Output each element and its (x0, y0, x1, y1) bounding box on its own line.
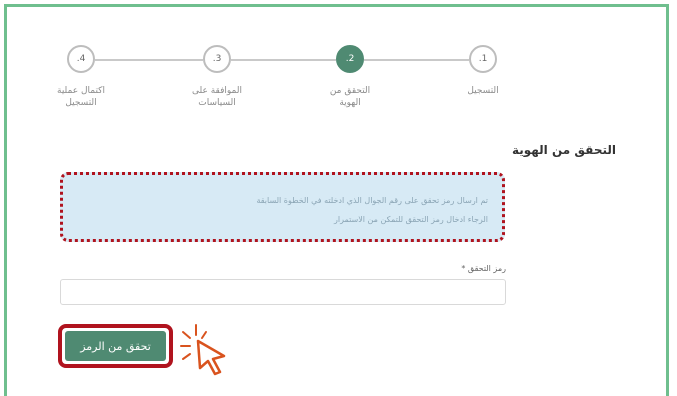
step-connector (95, 59, 203, 61)
step-2-label: التحقق من الهوية (305, 85, 395, 109)
click-cursor-icon (180, 324, 226, 376)
info-line-2: الرجاء ادخال رمز التحقق للتمكن من الاستم… (333, 215, 488, 224)
section-title: التحقق من الهوية (511, 143, 616, 157)
step-4-label-line1: اكتمال عملية (57, 86, 105, 96)
step-1-circle[interactable]: .1 (469, 45, 497, 73)
step-1-label: التسجيل (438, 85, 528, 97)
step-3-label: الموافقة على السياسات (172, 85, 262, 109)
step-3-label-line2: السياسات (198, 98, 236, 108)
step-connector (231, 59, 336, 61)
step-3-circle[interactable]: .3 (203, 45, 231, 73)
step-1-label-text: التسجيل (467, 86, 499, 96)
step-2-label-line2: الهوية (339, 98, 361, 108)
step-2-circle[interactable]: .2 (336, 45, 364, 73)
verification-code-input[interactable] (60, 279, 506, 305)
verification-code-label: رمز التحقق * (461, 264, 506, 273)
step-4-label: اكتمال عملية التسجيل (36, 85, 126, 109)
step-4-label-line2: التسجيل (65, 98, 97, 108)
step-3-label-line1: الموافقة على (192, 86, 242, 96)
info-notice: تم ارسال رمز تحقق على رقم الجوال الذي اد… (60, 172, 505, 242)
verify-button-highlight: تحقق من الرمز (58, 324, 173, 368)
step-4-circle[interactable]: .4 (67, 45, 95, 73)
verify-code-button[interactable]: تحقق من الرمز (65, 331, 166, 361)
step-connector (364, 59, 469, 61)
info-line-1: تم ارسال رمز تحقق على رقم الجوال الذي اد… (256, 196, 488, 205)
step-2-label-line1: التحقق من (329, 86, 371, 96)
